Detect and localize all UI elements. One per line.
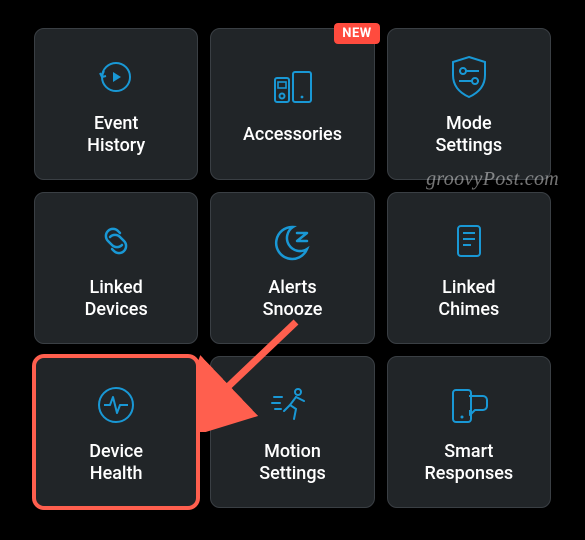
new-badge: NEW: [334, 23, 379, 44]
runner-icon: [268, 379, 316, 431]
tile-linked-chimes[interactable]: Linked Chimes: [387, 192, 551, 344]
doc-lines-icon: [449, 215, 489, 267]
tile-label: Alerts Snooze: [257, 277, 329, 322]
settings-grid: Event History NEW Accessories Mode S: [0, 0, 585, 536]
link-icon: [92, 215, 140, 267]
shield-toggle-icon: [447, 51, 491, 103]
tile-label: Linked Chimes: [432, 277, 505, 322]
tile-smart-responses[interactable]: Smart Responses: [387, 356, 551, 508]
tile-label: Smart Responses: [418, 441, 519, 486]
tile-label: Device Health: [83, 441, 149, 486]
tile-motion-settings[interactable]: Motion Settings: [210, 356, 374, 508]
tile-label: Mode Settings: [430, 113, 509, 158]
tile-label: Linked Devices: [79, 277, 154, 322]
devices-icon: [266, 62, 318, 114]
moon-snooze-icon: [267, 215, 317, 267]
tile-accessories[interactable]: NEW Accessories: [210, 28, 374, 180]
tile-label: Event History: [81, 113, 151, 158]
pulse-circle-icon: [93, 379, 139, 431]
tile-label: Motion Settings: [253, 441, 332, 486]
tile-alerts-snooze[interactable]: Alerts Snooze: [210, 192, 374, 344]
tile-mode-settings[interactable]: Mode Settings: [387, 28, 551, 180]
tile-linked-devices[interactable]: Linked Devices: [34, 192, 198, 344]
tile-label: Accessories: [237, 124, 348, 147]
device-chat-icon: [445, 379, 493, 431]
clock-play-icon: [94, 51, 138, 103]
tile-event-history[interactable]: Event History: [34, 28, 198, 180]
tile-device-health[interactable]: Device Health: [34, 356, 198, 508]
